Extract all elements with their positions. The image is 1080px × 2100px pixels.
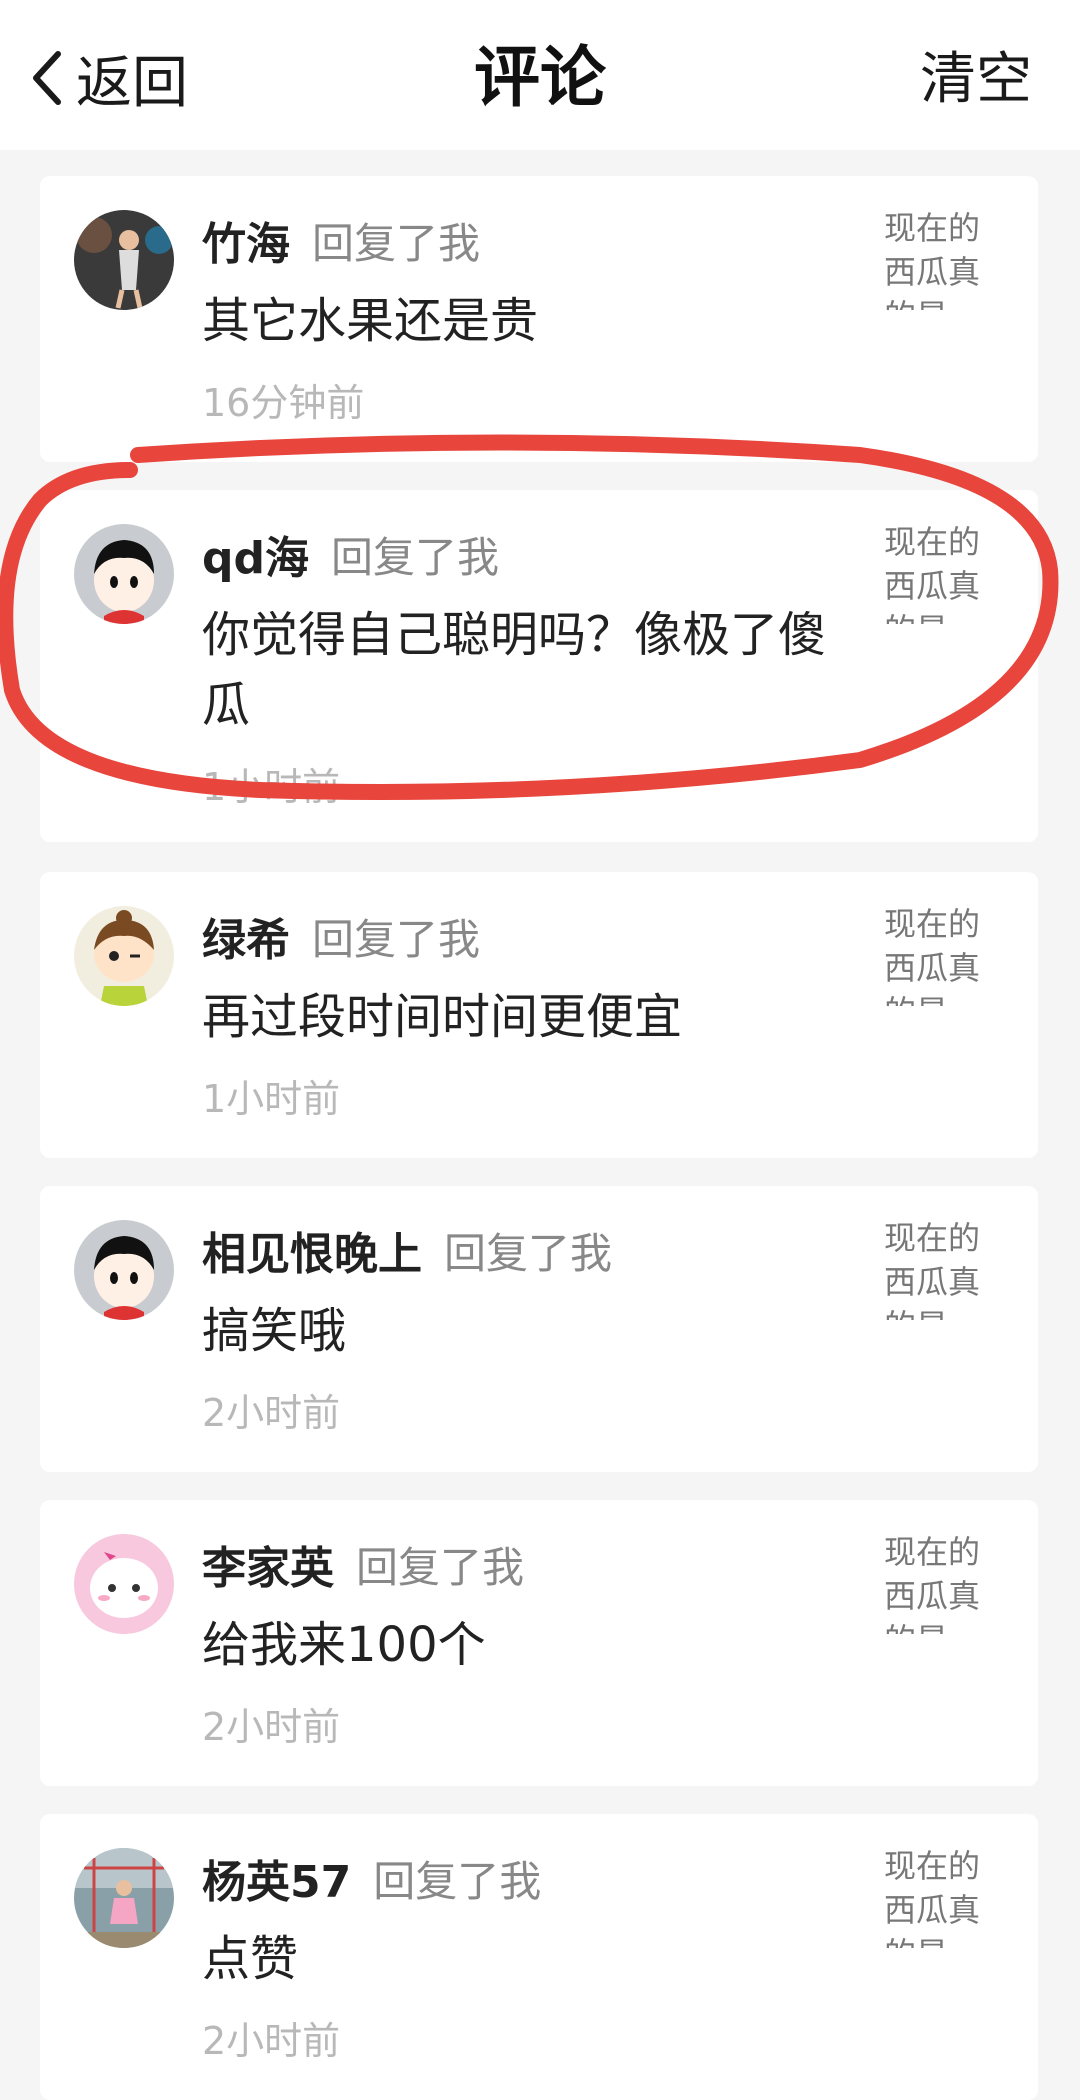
username[interactable]: 杨英57 bbox=[202, 1846, 351, 1910]
clear-button[interactable]: 清空 bbox=[920, 40, 1032, 120]
avatar[interactable] bbox=[74, 1848, 174, 1948]
avatar[interactable] bbox=[74, 210, 174, 310]
quoted-post-preview[interactable]: 现在的西瓜真的是 bbox=[884, 206, 988, 310]
comment-card[interactable]: 杨英57 回复了我 点赞 2小时前 现在的西瓜真的是 bbox=[40, 1814, 1038, 2100]
reply-action-label: 回复了我 bbox=[312, 914, 481, 964]
comment-time: 2小时前 bbox=[202, 1391, 341, 1435]
comment-text: 再过段时间时间更便宜 bbox=[202, 989, 683, 1045]
quoted-post-preview[interactable]: 现在的西瓜真的是 bbox=[884, 1530, 988, 1634]
username[interactable]: 竹海 bbox=[202, 208, 290, 272]
comment-text: 给我来100个 bbox=[202, 1617, 486, 1673]
comment-text: 搞笑哦 bbox=[202, 1303, 347, 1359]
comment-card[interactable]: 李家英 回复了我 给我来100个 2小时前 现在的西瓜真的是 bbox=[40, 1500, 1038, 1786]
comment-card[interactable]: 竹海 回复了我 其它水果还是贵 16分钟前 现在的西瓜真的是 bbox=[40, 176, 1038, 462]
username[interactable]: qd海 bbox=[202, 522, 309, 586]
reply-action-label: 回复了我 bbox=[373, 1856, 542, 1906]
quoted-post-preview[interactable]: 现在的西瓜真的是 bbox=[884, 520, 988, 624]
avatar[interactable] bbox=[74, 524, 174, 624]
comment-time: 1小时前 bbox=[202, 1077, 341, 1121]
header: 返回 评论 清空 bbox=[0, 0, 1080, 150]
avatar[interactable] bbox=[74, 1534, 174, 1634]
reply-action-label: 回复了我 bbox=[312, 218, 481, 268]
page-title: 评论 bbox=[474, 39, 606, 116]
comment-text: 其它水果还是贵 bbox=[202, 293, 539, 349]
comment-card[interactable]: qd海 回复了我 你觉得自己聪明吗？像极了傻瓜 1小时前 现在的西瓜真的是 bbox=[40, 490, 1038, 842]
comment-time: 1小时前 bbox=[202, 765, 341, 809]
comment-text: 点赞 bbox=[202, 1931, 299, 1987]
comment-time: 2小时前 bbox=[202, 1705, 341, 1749]
quoted-post-preview[interactable]: 现在的西瓜真的是 bbox=[884, 1216, 988, 1320]
username[interactable]: 绿希 bbox=[202, 904, 290, 968]
comment-text: 你觉得自己聪明吗？像极了傻瓜 bbox=[202, 607, 827, 733]
comment-time: 2小时前 bbox=[202, 2019, 341, 2063]
reply-action-label: 回复了我 bbox=[356, 1542, 525, 1592]
comment-card[interactable]: 绿希 回复了我 再过段时间时间更便宜 1小时前 现在的西瓜真的是 bbox=[40, 872, 1038, 1158]
reply-action-label: 回复了我 bbox=[331, 532, 500, 582]
avatar[interactable] bbox=[74, 1220, 174, 1320]
username[interactable]: 李家英 bbox=[202, 1532, 334, 1596]
reply-action-label: 回复了我 bbox=[444, 1228, 613, 1278]
quoted-post-preview[interactable]: 现在的西瓜真的是 bbox=[884, 902, 988, 1006]
username[interactable]: 相见恨晚上 bbox=[202, 1218, 422, 1282]
comment-card[interactable]: 相见恨晚上 回复了我 搞笑哦 2小时前 现在的西瓜真的是 bbox=[40, 1186, 1038, 1472]
comment-time: 16分钟前 bbox=[202, 381, 365, 425]
quoted-post-preview[interactable]: 现在的西瓜真的是 bbox=[884, 1844, 988, 1948]
avatar[interactable] bbox=[74, 906, 174, 1006]
